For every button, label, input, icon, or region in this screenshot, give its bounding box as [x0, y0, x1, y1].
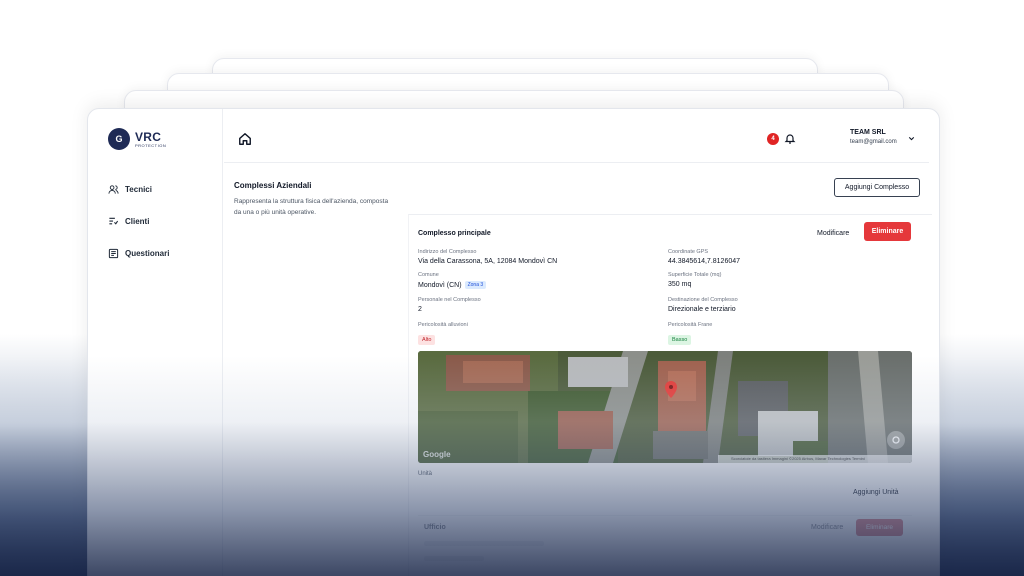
address-field: Indirizzo del Complesso Via della Carass…: [418, 249, 558, 265]
app-window: G VRC PROTECTION Tecnici Clienti Questio…: [87, 108, 940, 576]
user-name: TEAM SRL: [850, 129, 886, 136]
risk-badge-low: Basso: [668, 335, 692, 345]
frane-field: Pericolosità Frane Basso: [668, 322, 713, 345]
clipboard-icon: [108, 248, 119, 258]
superficie-field: Superficie Totale (mq) 350 mq: [668, 272, 722, 288]
superficie-value: 350 mq: [668, 281, 692, 288]
unit-detail-placeholder: [424, 556, 484, 561]
unit-detail-placeholder: [424, 541, 544, 546]
map-google-label: Google: [423, 450, 451, 459]
gps-value: 44.3845614,7.8126047: [668, 258, 741, 265]
complex-title: Complesso principale: [418, 230, 491, 237]
satellite-map[interactable]: Google Scorciatoie da tastiera Immagini …: [418, 351, 912, 463]
delete-complex-button[interactable]: Eliminare: [864, 222, 911, 241]
map-image: [418, 351, 912, 463]
personale-field: Personale nel Complesso 2: [418, 297, 481, 313]
user-menu[interactable]: TEAM SRL team@gmail.com: [850, 129, 897, 145]
sidebar-item-questionari[interactable]: Questionari: [108, 245, 169, 261]
sidebar-nav: Tecnici Clienti Questionari: [108, 181, 169, 277]
sidebar-item-label: Clienti: [125, 216, 150, 226]
sidebar-item-clienti[interactable]: Clienti: [108, 213, 169, 229]
map-attribution[interactable]: Scorciatoie da tastiera Immagini ©2025 A…: [731, 456, 865, 461]
sidebar-item-label: Tecnici: [125, 184, 152, 194]
chevron-down-icon[interactable]: [907, 134, 916, 143]
topbar: 4 TEAM SRL team@gmail.com: [224, 109, 929, 163]
notification-count-badge[interactable]: 4: [767, 133, 779, 145]
logo-badge-icon: G: [108, 128, 130, 150]
logo-sub-text: PROTECTION: [135, 142, 167, 148]
user-email: team@gmail.com: [850, 139, 897, 145]
page-description: Rappresenta la struttura fisica dell'azi…: [234, 198, 389, 216]
edit-complex-button[interactable]: Modificare: [817, 230, 849, 237]
unit-name: Ufficio: [424, 524, 446, 531]
add-complex-button[interactable]: Aggiungi Complesso: [834, 178, 920, 197]
comune-field: Comune Mondovì (CN) Zona 3: [418, 272, 487, 289]
users-icon: [108, 184, 119, 194]
zona-badge: Zona 3: [464, 281, 487, 289]
map-locate-icon: [887, 431, 905, 449]
sidebar: G VRC PROTECTION Tecnici Clienti Questio…: [88, 109, 223, 576]
risk-badge-high: Alto: [418, 335, 436, 345]
personale-value: 2: [418, 306, 422, 313]
address-value: Via della Carassona, 5A, 12084 Mondovì C…: [418, 258, 558, 265]
delete-unit-button[interactable]: Eliminare: [856, 519, 903, 536]
logo-main-text: VRC: [135, 129, 162, 144]
add-unit-button[interactable]: Aggiungi Unità: [853, 489, 899, 496]
sidebar-item-label: Questionari: [125, 248, 170, 258]
edit-unit-button[interactable]: Modificare: [811, 524, 843, 531]
gps-field: Coordinate GPS 44.3845614,7.8126047: [668, 249, 741, 265]
comune-value: Mondovì (CN): [418, 282, 462, 289]
list-filter-icon: [109, 217, 119, 225]
unit-row: Ufficio Modificare Eliminare: [418, 515, 912, 575]
brand-logo[interactable]: G VRC PROTECTION: [108, 128, 166, 150]
bell-icon[interactable]: [784, 132, 796, 145]
complex-card: Complesso principale Modificare Eliminar…: [408, 214, 932, 576]
home-icon[interactable]: [238, 132, 252, 146]
page-title: Complessi Aziendali: [234, 181, 312, 190]
units-label: Unità: [418, 471, 433, 477]
destinazione-field: Destinazione del Complesso Direzionale e…: [668, 297, 738, 313]
sidebar-item-tecnici[interactable]: Tecnici: [108, 181, 169, 197]
alluvioni-field: Pericolosità alluvioni Alto: [418, 322, 468, 345]
destinazione-value: Direzionale e terziario: [668, 306, 736, 313]
